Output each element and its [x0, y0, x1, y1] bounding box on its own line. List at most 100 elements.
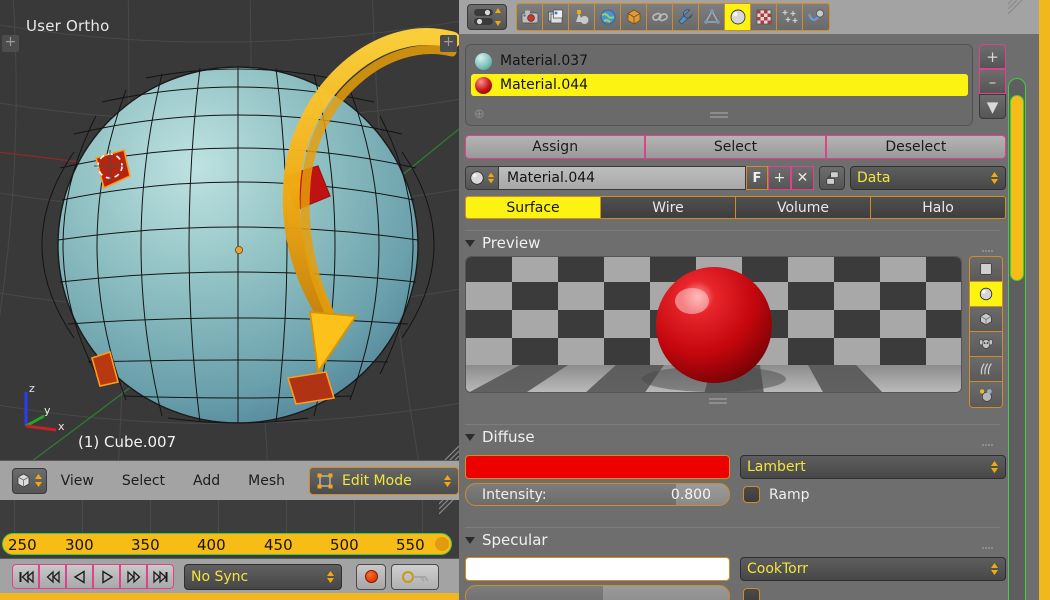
- preview-sphere-sky-button[interactable]: [970, 382, 1002, 407]
- specular-color-swatch[interactable]: [465, 557, 730, 581]
- assign-button[interactable]: Assign: [465, 135, 646, 159]
- preview-resize-grip[interactable]: [709, 396, 727, 406]
- preview-sphere-button[interactable]: [970, 282, 1002, 307]
- diffuse-panel-header[interactable]: Diffuse: [465, 424, 1000, 464]
- updown-arrows-icon: [444, 474, 451, 487]
- diffuse-intensity-slider[interactable]: Intensity: 0.800: [465, 483, 730, 506]
- fake-user-button[interactable]: F: [746, 166, 768, 190]
- material-slot-row-0[interactable]: Material.037: [471, 50, 968, 72]
- diffuse-intensity-label: Intensity:: [482, 486, 547, 503]
- jump-start-icon: [19, 570, 34, 583]
- tab-wire[interactable]: Wire: [601, 197, 736, 218]
- material-browse-button[interactable]: [465, 166, 499, 190]
- updown-arrows-icon: [991, 461, 998, 473]
- play-reverse-button[interactable]: [66, 564, 93, 589]
- specular-shader-dropdown[interactable]: CookTorr: [740, 557, 1006, 581]
- slot-specials-button[interactable]: ▼: [979, 94, 1006, 119]
- add-material-slot-icon[interactable]: ⊕: [474, 108, 487, 122]
- material-preview-icon: [475, 52, 492, 70]
- material-slot-buttons: + – ▼: [979, 44, 1006, 119]
- material-slot-name: Material.037: [500, 53, 589, 69]
- select-button[interactable]: Select: [645, 135, 826, 159]
- diffuse-color-swatch[interactable]: [465, 455, 730, 479]
- tab-constraints[interactable]: [647, 4, 673, 30]
- preview-flat-button[interactable]: [970, 257, 1002, 282]
- tab-render[interactable]: [517, 4, 543, 30]
- jump-to-end-button[interactable]: [147, 564, 174, 589]
- step-back-button[interactable]: [39, 564, 66, 589]
- interaction-mode-dropdown[interactable]: Edit Mode: [309, 466, 459, 495]
- preview-cube-button[interactable]: [970, 307, 1002, 332]
- tab-scene[interactable]: [569, 4, 595, 30]
- updown-arrows-icon: [35, 474, 43, 487]
- tab-modifiers[interactable]: [673, 4, 699, 30]
- menu-mesh[interactable]: Mesh: [234, 466, 299, 496]
- material-link-label: Data: [857, 170, 891, 186]
- jump-to-start-button[interactable]: [12, 564, 39, 589]
- material-slot-list[interactable]: Material.037 Material.044 ⊕: [465, 44, 973, 126]
- sync-mode-label: No Sync: [191, 568, 249, 585]
- add-slot-button[interactable]: +: [979, 44, 1006, 69]
- specular-ramp-checkbox[interactable]: [743, 588, 760, 600]
- tab-world[interactable]: [595, 4, 621, 30]
- editor-type-button-properties[interactable]: [467, 4, 507, 30]
- collapse-triangle-icon: [465, 433, 475, 441]
- auto-keyframe-record-button[interactable]: [356, 563, 386, 590]
- diffuse-shader-dropdown[interactable]: Lambert: [740, 455, 1006, 479]
- tab-volume[interactable]: Volume: [736, 197, 871, 218]
- timeline-scrollbar[interactable]: 250 300 350 400 450 500 550: [2, 533, 452, 555]
- sync-mode-dropdown[interactable]: No Sync: [184, 563, 342, 590]
- tab-object[interactable]: [621, 4, 647, 30]
- list-resize-grip[interactable]: [710, 110, 728, 120]
- ramp-checkbox[interactable]: [743, 486, 760, 503]
- timeline-tick-350: 350: [131, 536, 160, 554]
- unlink-material-button[interactable]: ✕: [791, 166, 814, 190]
- toolshelf-toggle-left[interactable]: +: [2, 35, 19, 52]
- tab-material[interactable]: [725, 4, 751, 30]
- specular-panel-header[interactable]: Specular: [465, 527, 1000, 567]
- tab-physics[interactable]: [803, 4, 829, 30]
- use-nodes-button[interactable]: [819, 166, 845, 190]
- new-material-button[interactable]: +: [768, 166, 791, 190]
- tab-render-layers[interactable]: [543, 4, 569, 30]
- menu-view[interactable]: View: [47, 466, 108, 496]
- material-preview-icon: [475, 76, 492, 94]
- collapse-triangle-icon: [465, 239, 475, 247]
- material-slot-row-1[interactable]: Material.044: [471, 74, 968, 96]
- material-preview[interactable]: [465, 256, 962, 393]
- tab-surface[interactable]: Surface: [466, 197, 601, 218]
- properties-scrollbar[interactable]: [1008, 78, 1026, 600]
- material-link-dropdown[interactable]: Data: [850, 166, 1006, 190]
- material-datablock-row: Material.044 F + ✕ Data: [465, 165, 1006, 191]
- viewport-3d[interactable]: User Ortho (1) Cube.007 + + z y x: [0, 0, 459, 460]
- tab-particles[interactable]: [777, 4, 803, 30]
- step-forward-button[interactable]: [120, 564, 147, 589]
- preview-panel-header[interactable]: Preview: [465, 230, 1000, 270]
- deselect-button[interactable]: Deselect: [825, 135, 1006, 159]
- menu-add[interactable]: Add: [179, 466, 234, 496]
- keying-set-button[interactable]: [391, 563, 439, 590]
- editor-type-button-viewport[interactable]: [12, 467, 47, 494]
- specular-shader-label: CookTorr: [747, 561, 809, 577]
- object-origin: [234, 245, 243, 254]
- play-forward-button[interactable]: [93, 564, 120, 589]
- diffuse-ramp-row[interactable]: Ramp: [743, 486, 810, 503]
- tab-halo[interactable]: Halo: [871, 197, 1005, 218]
- wrench-icon: [677, 9, 693, 25]
- window-bottom-edge: [0, 593, 459, 600]
- specular-intensity-slider[interactable]: [465, 585, 730, 600]
- toolshelf-toggle-right[interactable]: +: [440, 35, 457, 52]
- preview-monkey-button[interactable]: [970, 332, 1002, 357]
- mode-label: Edit Mode: [342, 472, 412, 489]
- camera-icon: [521, 10, 538, 24]
- timeline-editor[interactable]: 250 300 350 400 450 500 550 No Sync: [0, 500, 459, 600]
- preview-hair-button[interactable]: [970, 357, 1002, 382]
- remove-slot-button[interactable]: –: [979, 69, 1006, 94]
- cube-icon: [17, 473, 30, 488]
- material-name-input[interactable]: Material.044: [499, 166, 746, 190]
- properties-scrollbar-thumb[interactable]: [1010, 95, 1024, 281]
- tab-object-data[interactable]: [699, 4, 725, 30]
- timeline-scroll-handle[interactable]: [435, 537, 449, 551]
- tab-texture[interactable]: [751, 4, 777, 30]
- menu-select[interactable]: Select: [108, 466, 179, 496]
